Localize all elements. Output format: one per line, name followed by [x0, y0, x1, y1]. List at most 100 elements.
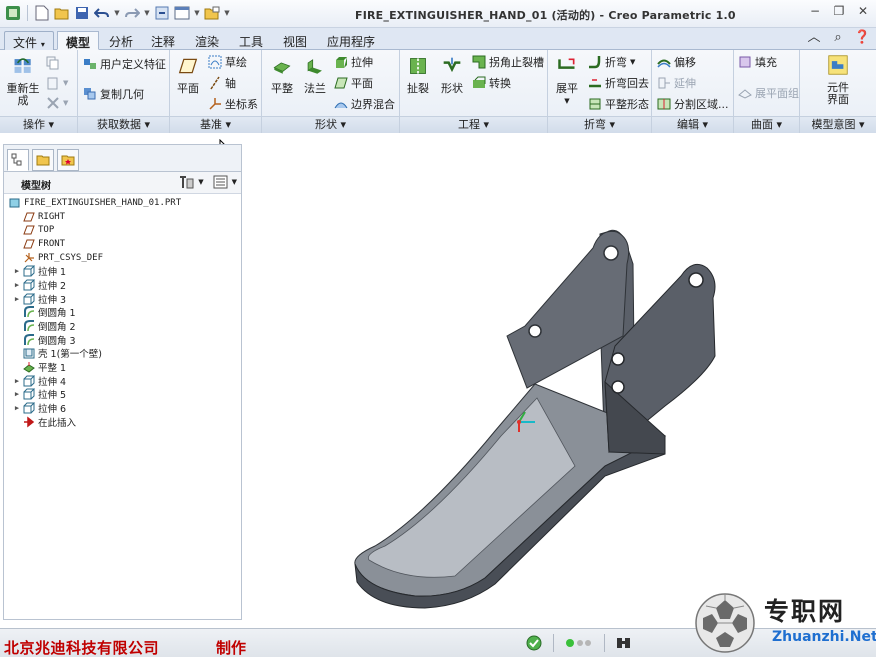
- form-button[interactable]: 形状: [436, 56, 468, 95]
- group-footer-operations[interactable]: 操作 ▾: [0, 116, 77, 133]
- boundary-blend-button[interactable]: 边界混合: [334, 96, 395, 112]
- redo-dropdown-icon[interactable]: ▼: [143, 9, 151, 17]
- expand-arrow-icon[interactable]: ▶: [12, 295, 22, 303]
- tree-item[interactable]: TOP: [4, 223, 241, 237]
- group-footer-surfaces[interactable]: 曲面 ▾: [734, 116, 799, 133]
- group-footer-engineering[interactable]: 工程 ▾: [400, 116, 547, 133]
- delete-icon[interactable]: ▼: [46, 96, 68, 110]
- tree-settings-icon[interactable]: [178, 174, 196, 190]
- minimize-button[interactable]: −: [806, 4, 824, 20]
- csys-button[interactable]: 坐标系: [208, 96, 258, 112]
- tab-applications[interactable]: 应用程序: [319, 31, 383, 50]
- close-button[interactable]: ✕: [854, 4, 872, 20]
- offset-button[interactable]: 偏移: [657, 54, 696, 70]
- open-file-icon[interactable]: [53, 4, 71, 22]
- expand-arrow-icon[interactable]: ▶: [12, 404, 22, 412]
- split-area-button[interactable]: 分割区域...: [657, 96, 729, 112]
- flatten-quilt-button[interactable]: 展平面组: [738, 85, 799, 101]
- tree-item[interactable]: RIGHT: [4, 210, 241, 224]
- expand-arrow-icon[interactable]: ▶: [12, 377, 22, 385]
- tree-settings-dropdown-icon[interactable]: ▼: [198, 178, 203, 186]
- tree-item[interactable]: ▶ 拉伸 6: [4, 401, 241, 415]
- tree-item[interactable]: ▶ 拉伸 4: [4, 374, 241, 388]
- datum-plane-button[interactable]: 平面: [173, 56, 203, 95]
- sketch-button[interactable]: 草绘: [208, 54, 247, 70]
- tree-item[interactable]: ▶ 拉伸 5: [4, 388, 241, 401]
- tree-item[interactable]: FIRE_EXTINGUISHER_HAND_01.PRT: [4, 196, 241, 210]
- group-footer-model-intent[interactable]: 模型意图 ▾: [800, 116, 876, 133]
- unbend-button[interactable]: 展平 ▼: [551, 56, 583, 107]
- tree-item[interactable]: 平整 1: [4, 360, 241, 374]
- expand-arrow-icon[interactable]: ▶: [12, 390, 22, 398]
- regen-status-icon[interactable]: [525, 634, 543, 652]
- rip-button[interactable]: 扯裂: [403, 56, 433, 95]
- flat-state-button[interactable]: 平整形态: [588, 96, 649, 112]
- windows-dropdown-icon[interactable]: ▼: [193, 9, 201, 17]
- expand-arrow-icon[interactable]: ▶: [12, 281, 22, 289]
- tree-item[interactable]: FRONT: [4, 237, 241, 251]
- group-footer-editing[interactable]: 编辑 ▾: [652, 116, 733, 133]
- tree-item[interactable]: ▶ 拉伸 1: [4, 264, 241, 278]
- save-icon[interactable]: [73, 4, 91, 22]
- undo-dropdown-icon[interactable]: ▼: [113, 9, 121, 17]
- tab-tools[interactable]: 工具: [231, 31, 271, 50]
- tree-item[interactable]: 壳 1(第一个壁): [4, 347, 241, 360]
- flat-button[interactable]: 平整: [265, 56, 299, 95]
- help-icon[interactable]: ❓: [854, 30, 870, 46]
- graphics-window[interactable]: [245, 136, 876, 628]
- folder-browser-tab-icon[interactable]: [32, 149, 54, 171]
- show-columns-dropdown-icon[interactable]: ▼: [232, 178, 237, 186]
- tab-file[interactable]: 文件 ▾: [4, 31, 54, 50]
- favorites-tab-icon[interactable]: [57, 149, 79, 171]
- user-defined-feature-button[interactable]: 用户定义特征: [83, 56, 166, 72]
- tab-analysis[interactable]: 分析: [101, 31, 141, 50]
- tab-render[interactable]: 渲染: [187, 31, 227, 50]
- group-footer-shapes[interactable]: 形状 ▾: [262, 116, 399, 133]
- redo-icon[interactable]: [123, 4, 141, 22]
- copy-geometry-button[interactable]: 复制几何: [83, 86, 144, 102]
- group-footer-bends[interactable]: 折弯 ▾: [548, 116, 651, 133]
- tree-item[interactable]: 倒圆角 2: [4, 319, 241, 333]
- undo-icon[interactable]: [93, 4, 111, 22]
- tab-annotate[interactable]: 注释: [143, 31, 183, 50]
- group-footer-datum[interactable]: 基准 ▾: [170, 116, 261, 133]
- paste-icon[interactable]: ▼: [46, 76, 68, 90]
- expand-arrow-icon[interactable]: ▶: [12, 267, 22, 275]
- tree-item[interactable]: ▶ 拉伸 2: [4, 278, 241, 292]
- show-columns-icon[interactable]: [212, 174, 230, 190]
- close-window-icon[interactable]: [203, 4, 221, 22]
- flange-button[interactable]: 法兰: [300, 56, 330, 95]
- tree-item[interactable]: PRT_CSYS_DEF: [4, 251, 241, 265]
- tree-item[interactable]: 在此插入: [4, 415, 241, 429]
- tree-item[interactable]: 倒圆角 1: [4, 306, 241, 319]
- app-logo-icon[interactable]: [4, 4, 22, 22]
- model-tree-tab-icon[interactable]: [7, 149, 29, 171]
- regenerate-icon[interactable]: [153, 4, 171, 22]
- selection-filter-icon[interactable]: [564, 636, 594, 650]
- tab-model[interactable]: 模型: [57, 31, 100, 50]
- group-footer-get-data[interactable]: 获取数据 ▾: [78, 116, 169, 133]
- collapse-ribbon-icon[interactable]: ︿: [806, 30, 822, 46]
- shape-plane-button[interactable]: 平面: [334, 75, 373, 91]
- corner-relief-button[interactable]: 拐角止裂槽: [472, 54, 544, 70]
- axis-button[interactable]: 轴: [208, 75, 236, 91]
- bend-back-button[interactable]: 折弯回去: [588, 75, 649, 91]
- convert-button[interactable]: 转换: [472, 75, 511, 91]
- extrude-button[interactable]: 拉伸: [334, 54, 373, 70]
- qat-customize-icon[interactable]: ▼: [223, 9, 231, 17]
- tree-item[interactable]: 倒圆角 3: [4, 333, 241, 347]
- fill-button[interactable]: 填充: [738, 54, 777, 70]
- search-icon[interactable]: ⌕: [830, 30, 846, 46]
- maximize-button[interactable]: ❐: [830, 4, 848, 20]
- bend-button[interactable]: 折弯 ▼: [588, 54, 635, 70]
- part-model[interactable]: [245, 136, 876, 628]
- find-icon[interactable]: [615, 635, 633, 651]
- windows-icon[interactable]: [173, 4, 191, 22]
- regenerate-button[interactable]: 重新生成: [5, 56, 41, 107]
- new-file-icon[interactable]: [33, 4, 51, 22]
- component-interface-button[interactable]: 元件界面: [818, 55, 858, 106]
- tab-view[interactable]: 视图: [275, 31, 315, 50]
- copy-icon[interactable]: [46, 56, 60, 70]
- extend-button[interactable]: 延伸: [657, 75, 696, 91]
- tree-item[interactable]: ▶ 拉伸 3: [4, 292, 241, 306]
